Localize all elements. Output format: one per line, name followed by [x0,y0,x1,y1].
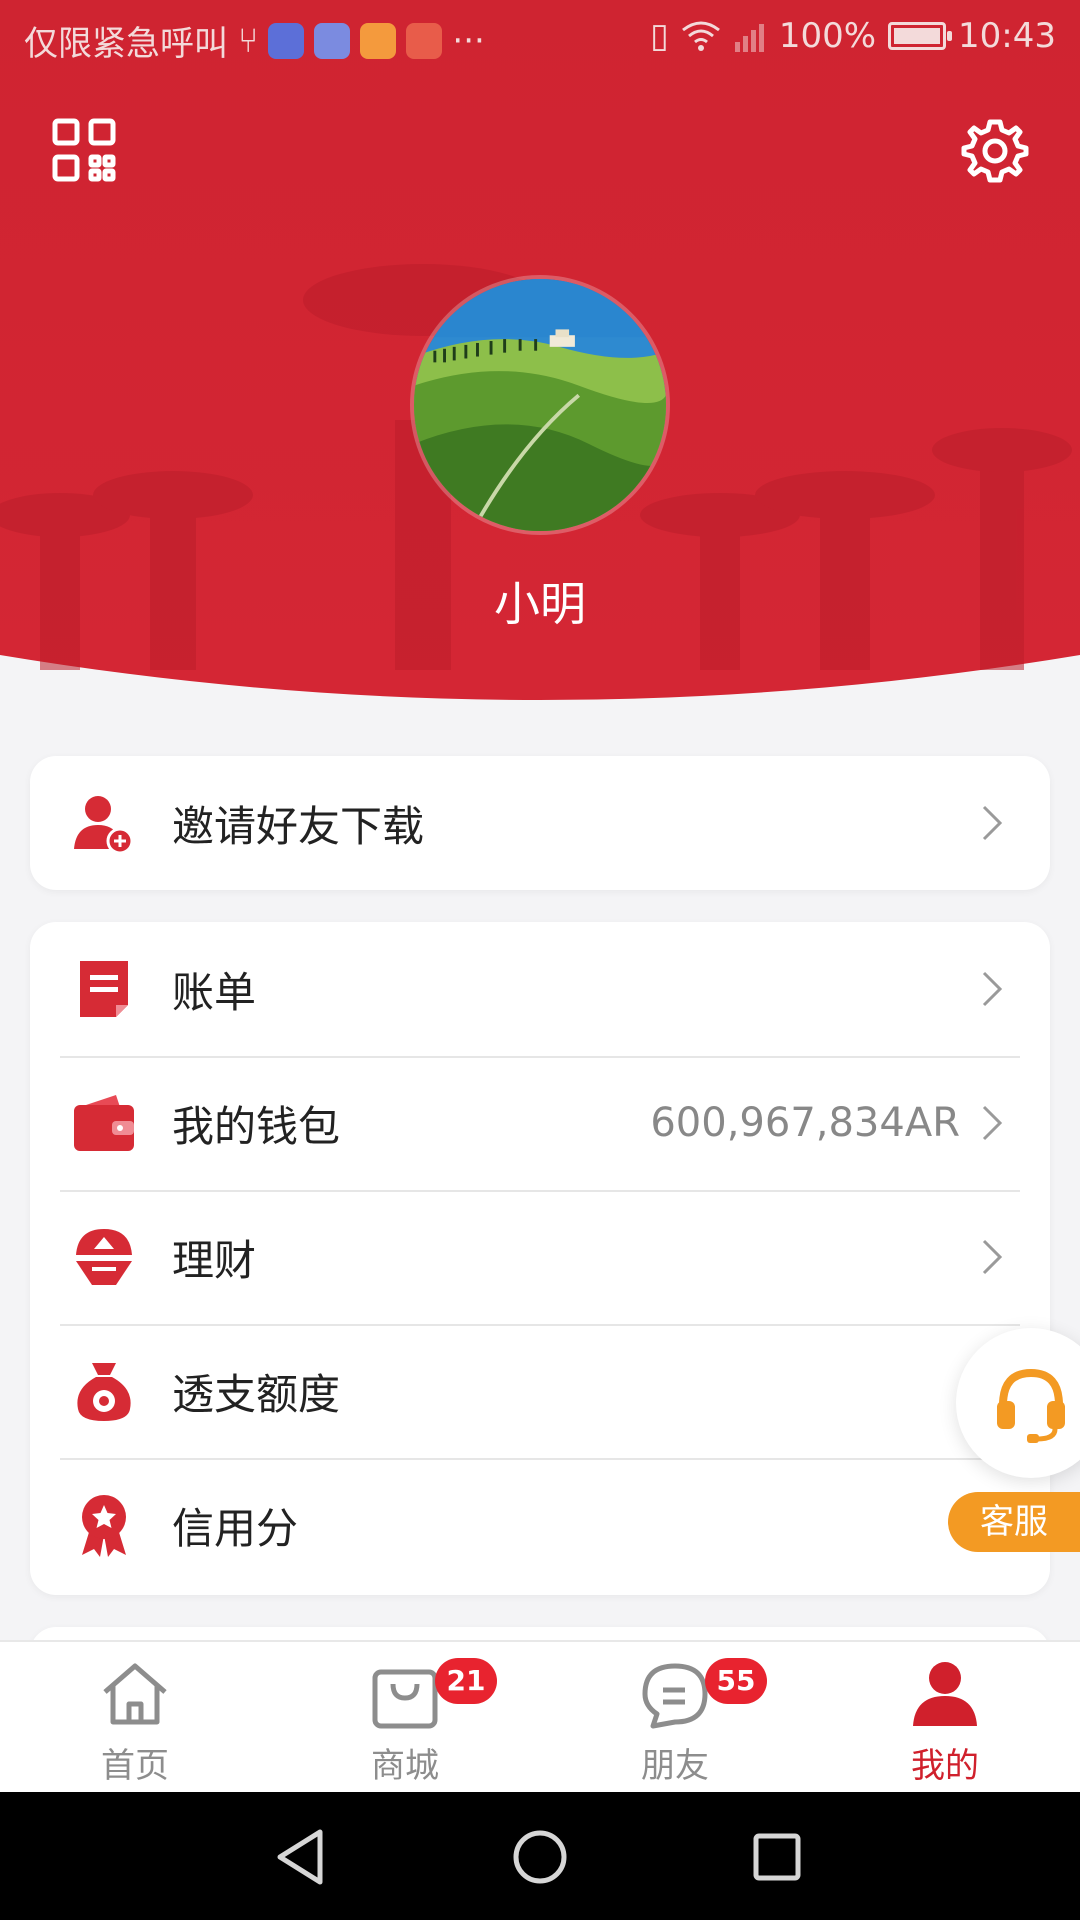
avatar[interactable] [410,275,670,535]
award-ribbon-icon [82,1495,126,1557]
usb-icon: ⑂ [238,20,259,61]
menu-item-label: 我的钱包 [172,1101,341,1151]
tab-label: 我的 [911,1746,979,1786]
money-bag-icon [77,1363,131,1421]
menu-item-label: 信用分 [172,1503,299,1553]
bill-icon [80,961,128,1017]
home-circle-icon[interactable] [505,1822,575,1892]
person-icon [913,1662,977,1726]
tab-label: 朋友 [641,1746,709,1786]
notification-app-icon [314,22,351,59]
profile-header: 仅限紧急呼叫 ⑂ ··· ▯ 100% 10:43 小明 [0,0,1080,720]
chevron-right-icon [982,805,1003,841]
vibrate-icon: ▯ [650,16,669,56]
notification-app-icon [268,22,305,59]
tab-home[interactable]: 首页 [0,1642,270,1792]
clock: 10:43 [958,16,1056,56]
bottom-tab-bar: 首页 商城 21 朋友 55 我的 [0,1640,1080,1792]
add-user-icon [74,796,134,855]
tab-label: 首页 [101,1746,169,1786]
status-left: 仅限紧急呼叫 ⑂ ··· [24,16,485,65]
finance-icon [76,1229,132,1285]
menu-item-overdraft[interactable]: 透支额度 [30,1324,1050,1458]
chat-bubble-icon [642,1663,708,1729]
menu-item-credit-score[interactable]: 信用分 [30,1458,1050,1592]
tab-label: 商城 [371,1746,439,1786]
back-icon[interactable] [268,1822,338,1892]
tab-mine[interactable]: 我的 [810,1642,1080,1792]
menu-card: 账单 我的钱包 600,967,834AR 理财 透支额度 信用分 [30,922,1050,1595]
menu-item-label: 透支额度 [172,1369,341,1419]
headset-icon [997,1368,1065,1443]
tab-mall[interactable]: 商城 21 [270,1642,540,1792]
tab-friends[interactable]: 朋友 55 [540,1642,810,1792]
home-icon [103,1663,167,1725]
battery-icon [888,22,953,50]
recents-icon[interactable] [742,1822,812,1892]
status-right: ▯ 100% 10:43 [650,16,1056,56]
wallet-icon [74,1095,134,1151]
chevron-right-icon [982,1105,1003,1141]
shopping-bag-icon [372,1669,438,1729]
customer-service-label[interactable]: 客服 [948,1492,1080,1552]
invite-card[interactable]: 邀请好友下载 [30,756,1050,890]
wallet-balance: 600,967,834AR [650,1100,960,1146]
menu-item-bill[interactable]: 账单 [30,922,1050,1056]
menu-item-label: 账单 [172,967,257,1017]
notification-app-icon [360,22,397,59]
chevron-right-icon [982,971,1003,1007]
mall-badge: 21 [435,1658,497,1704]
notification-app-icon [406,22,443,59]
wifi-icon [681,21,720,51]
more-notifications: ··· [452,20,485,61]
gear-icon[interactable] [960,116,1030,186]
invite-row[interactable]: 邀请好友下载 [30,756,1050,890]
signal-icon [734,24,764,52]
status-bar: 仅限紧急呼叫 ⑂ ··· ▯ 100% 10:43 [0,0,1080,76]
qr-code-icon[interactable] [52,118,116,182]
username: 小明 [494,577,586,631]
menu-item-finance[interactable]: 理财 [30,1190,1050,1324]
friends-badge: 55 [705,1658,767,1704]
battery-percent: 100% [778,16,877,56]
carrier-text: 仅限紧急呼叫 [24,24,228,64]
chevron-right-icon [982,1239,1003,1275]
invite-label: 邀请好友下载 [172,801,425,851]
system-navigation-bar [0,1792,1080,1920]
menu-item-wallet[interactable]: 我的钱包 600,967,834AR [30,1056,1050,1190]
menu-item-label: 理财 [172,1235,257,1285]
